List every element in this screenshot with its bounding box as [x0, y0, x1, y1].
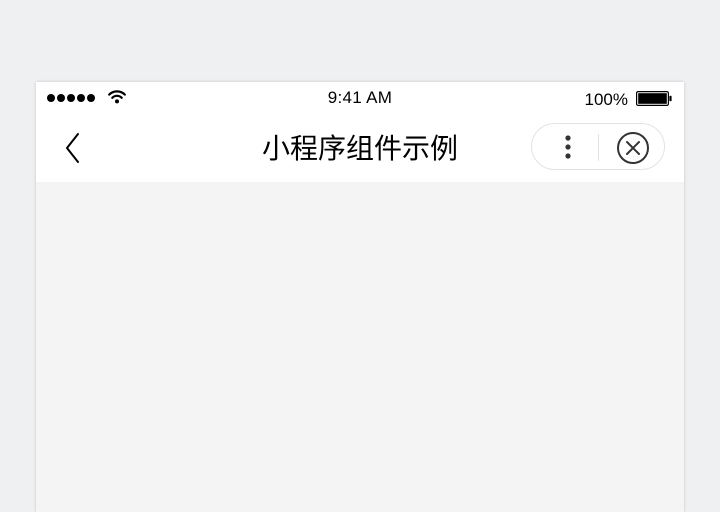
more-vertical-icon: [565, 135, 571, 159]
status-bar: 9:41 AM 100%: [36, 82, 684, 112]
more-button[interactable]: [542, 127, 594, 167]
battery-icon: [636, 91, 672, 106]
close-circle-icon: [617, 132, 649, 164]
page-content: [36, 182, 684, 512]
battery-percent: 100%: [584, 90, 628, 109]
navigation-bar: 小程序组件示例: [36, 112, 684, 182]
phone-frame: 9:41 AM 100% 小程序组件示例: [36, 82, 684, 512]
capsule-menu: [531, 123, 665, 170]
capsule-divider: [598, 134, 599, 161]
close-button[interactable]: [605, 127, 661, 167]
